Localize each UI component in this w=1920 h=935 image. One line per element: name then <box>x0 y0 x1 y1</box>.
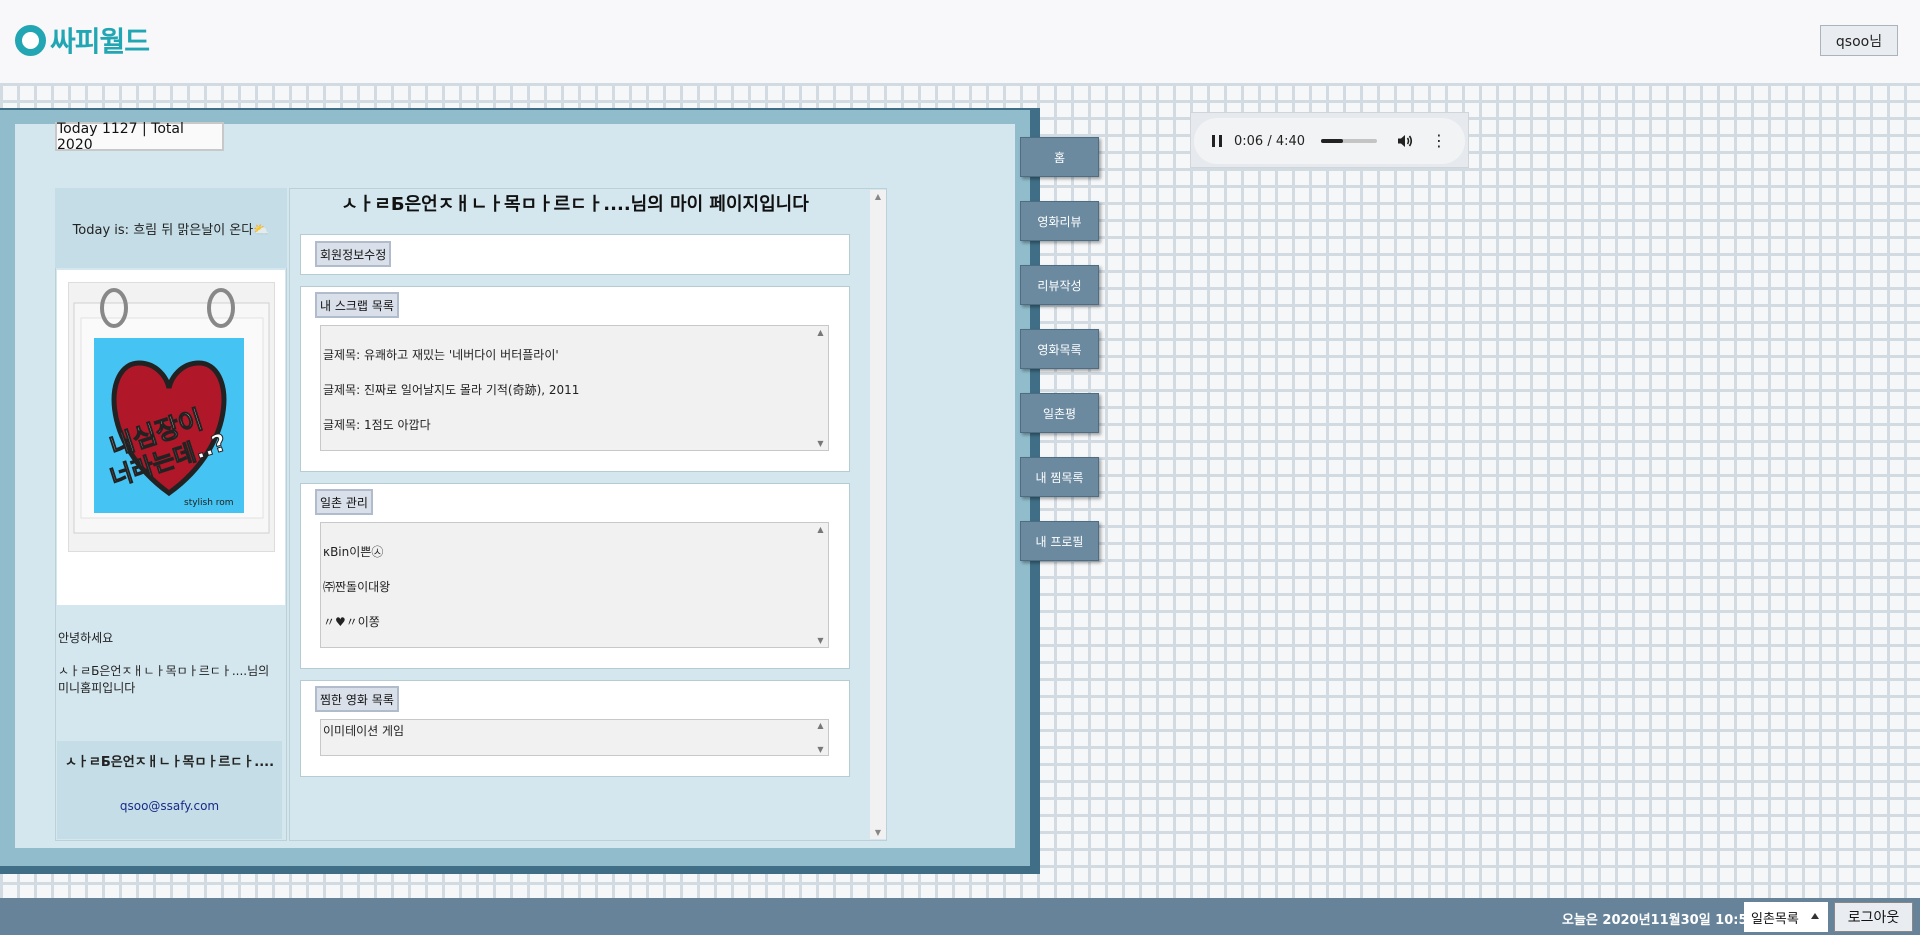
caret-up-icon <box>1811 913 1819 919</box>
audio-player[interactable]: 0:06 / 4:40 ⋮ <box>1194 118 1465 164</box>
nav-home[interactable]: 홈 <box>1020 137 1099 177</box>
svg-text:stylish rom: stylish rom <box>184 498 234 508</box>
liked-movies-list[interactable]: 이미테이션 게임 ▲ ▼ <box>320 719 829 756</box>
nav-movie-review[interactable]: 영화리뷰 <box>1020 201 1099 241</box>
nav-write-review[interactable]: 리뷰작성 <box>1020 265 1099 305</box>
minihome-text: ㅅㅏㄹБ은언ㅈㅐㄴㅏ목ㅁㅏ르ㄷㅏ....님의 미니홈피입니다 <box>58 664 270 695</box>
nav-my-profile[interactable]: 내 프로필 <box>1020 521 1099 561</box>
profile-email[interactable]: qsoo@ssafy.com <box>57 799 282 813</box>
volume-icon[interactable] <box>1397 134 1413 148</box>
audio-progress-bar[interactable] <box>1321 139 1378 143</box>
select-value: 일촌목록 <box>1751 911 1799 927</box>
scroll-up-icon[interactable]: ▲ <box>813 525 828 534</box>
list-item[interactable]: 글제목: 진짜로 일어날지도 몰라 기적(奇跡), 2011 <box>323 381 579 398</box>
ilchon-list-select[interactable]: 일촌목록 <box>1744 902 1828 932</box>
list-item[interactable]: 글제목: 유쾌하고 재밌는 '네버다이 버터플라이' <box>323 346 559 363</box>
audio-time: 0:06 / 4:40 <box>1234 133 1306 149</box>
nav-movie-list[interactable]: 영화목록 <box>1020 329 1099 369</box>
logo-text: 싸피월드 <box>50 25 150 58</box>
pause-icon[interactable] <box>1212 135 1222 147</box>
ilchon-manage-button[interactable]: 일촌 관리 <box>315 489 373 515</box>
liked-scrollbar[interactable]: ▲ ▼ <box>813 720 828 755</box>
logo-ring-icon <box>15 24 46 56</box>
scroll-down-icon[interactable]: ▼ <box>870 828 886 837</box>
scroll-down-icon[interactable]: ▼ <box>813 636 828 645</box>
scroll-up-icon[interactable]: ▲ <box>813 721 828 730</box>
today-mood: Today is: 흐림 뒤 맑은날이 온다⛅ <box>55 188 287 268</box>
scroll-up-icon[interactable]: ▲ <box>870 192 886 201</box>
edit-member-button[interactable]: 회원정보수정 <box>315 241 392 267</box>
list-item[interactable]: 〃♥〃이쫑 <box>323 613 380 630</box>
scrap-scrollbar[interactable]: ▲ ▼ <box>813 326 828 450</box>
logout-button[interactable]: 로그아웃 <box>1834 902 1913 932</box>
list-item[interactable]: κBin이쁜㉦ <box>323 543 383 560</box>
scroll-down-icon[interactable]: ▼ <box>813 745 828 754</box>
main-scrollbar[interactable]: ▲ ▼ <box>870 190 886 839</box>
nav-ilchon-comment[interactable]: 일촌평 <box>1020 393 1099 433</box>
header: 싸피월드 qsoo님 <box>0 0 1920 83</box>
nav-my-wishlist[interactable]: 내 찜목록 <box>1020 457 1099 497</box>
visitor-counter: Today 1127 | Total 2020 <box>55 121 224 153</box>
profile-name: ㅅㅏㄹБ은언ㅈㅐㄴㅏ목ㅁㅏ르ㄷㅏ.... <box>64 755 275 770</box>
logo[interactable]: 싸피월드 <box>15 20 150 60</box>
greeting-text: 안녕하세요 <box>58 631 114 645</box>
user-menu-button[interactable]: qsoo님 <box>1820 25 1898 56</box>
profile-image-heart-icon: 내심장이 너라는데..? stylish rom <box>73 288 270 534</box>
list-item[interactable]: ㈜짠돌이대왕 <box>323 578 390 595</box>
liked-movies-button[interactable]: 찜한 영화 목록 <box>315 686 399 712</box>
ilchon-scrollbar[interactable]: ▲ ▼ <box>813 523 828 647</box>
scroll-down-icon[interactable]: ▼ <box>813 439 828 448</box>
audio-progress-fill <box>1321 139 1344 143</box>
scroll-up-icon[interactable]: ▲ <box>813 328 828 337</box>
list-item[interactable]: 글제목: 1점도 아깝다 <box>323 416 431 433</box>
page-title: ㅅㅏㄹБ은언ㅈㅐㄴㅏ목ㅁㅏ르ㄷㅏ....님의 마이 페이지입니다 <box>341 194 809 215</box>
scrap-list-button[interactable]: 내 스크랩 목록 <box>315 292 399 318</box>
footer-date: 오늘은 2020년11월30일 10:52 <box>1562 913 1757 928</box>
list-item[interactable]: 이미테이션 게임 <box>323 722 404 739</box>
ilchon-list[interactable]: κBin이쁜㉦ ㈜짠돌이대왕 〃♥〃이쫑 ▲ ▼ <box>320 522 829 648</box>
profile-photo: 내심장이 너라는데..? stylish rom <box>68 282 275 552</box>
scrap-list[interactable]: 글제목: 유쾌하고 재밌는 '네버다이 버터플라이' 글제목: 진짜로 일어날지… <box>320 325 829 451</box>
more-options-icon[interactable]: ⋮ <box>1431 133 1447 149</box>
